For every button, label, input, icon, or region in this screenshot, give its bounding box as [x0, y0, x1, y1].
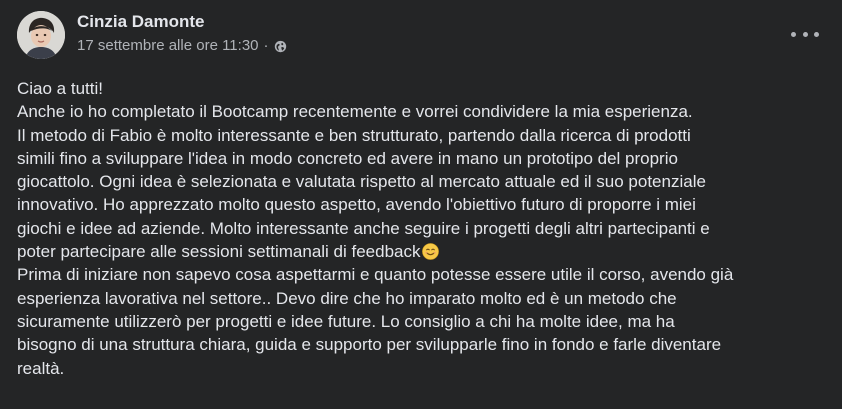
- post-line: esperienza lavorativa nel settore.. Devo…: [17, 288, 677, 308]
- post-line: Prima di iniziare non sapevo cosa aspett…: [17, 265, 734, 285]
- post-header: Cinzia Damonte 17 settembre alle ore 11:…: [17, 11, 287, 59]
- post-line: Anche io ho completato il Bootcamp recen…: [17, 102, 693, 122]
- avatar-image: [17, 11, 65, 59]
- more-dot: [791, 31, 796, 37]
- post-text: Ciao a tutti! Anche io ho completato il …: [17, 77, 827, 380]
- post-line: simili fino a sviluppare l'idea in modo …: [17, 148, 678, 168]
- smiling-face-emoji-icon: [421, 243, 439, 260]
- separator-dot: ·: [263, 36, 269, 54]
- globe-icon[interactable]: [274, 39, 287, 53]
- post-card: Cinzia Damonte 17 settembre alle ore 11:…: [0, 0, 842, 409]
- post-line: Il metodo di Fabio è molto interessante …: [17, 125, 691, 145]
- post-meta: Cinzia Damonte 17 settembre alle ore 11:…: [77, 12, 287, 56]
- post-line: bisogno di una struttura chiara, guida e…: [17, 335, 722, 355]
- post-line: Ciao a tutti!: [17, 79, 103, 98]
- post-timestamp[interactable]: 17 settembre alle ore 11:30: [77, 36, 259, 56]
- more-options-icon[interactable]: [791, 24, 819, 44]
- author-avatar[interactable]: [17, 11, 65, 59]
- post-line: giocattolo. Ogni idea è selezionata e va…: [17, 172, 706, 192]
- post-line: innovativo. Ho apprezzato molto questo a…: [17, 195, 696, 215]
- more-dot: [802, 31, 808, 37]
- author-name[interactable]: Cinzia Damonte: [77, 11, 287, 33]
- post-subline: 17 settembre alle ore 11:30 ·: [77, 36, 287, 56]
- post-line: sicuramente utilizzerò per progetti e id…: [17, 311, 675, 331]
- more-dot: [814, 31, 819, 37]
- post-line-with-emoji: poter partecipare alle sessioni settiman…: [17, 240, 827, 263]
- post-line: giochi e idee ad aziende. Molto interess…: [17, 218, 710, 238]
- post-line: realtà.: [17, 358, 65, 378]
- post-line: poter partecipare alle sessioni settiman…: [17, 242, 421, 262]
